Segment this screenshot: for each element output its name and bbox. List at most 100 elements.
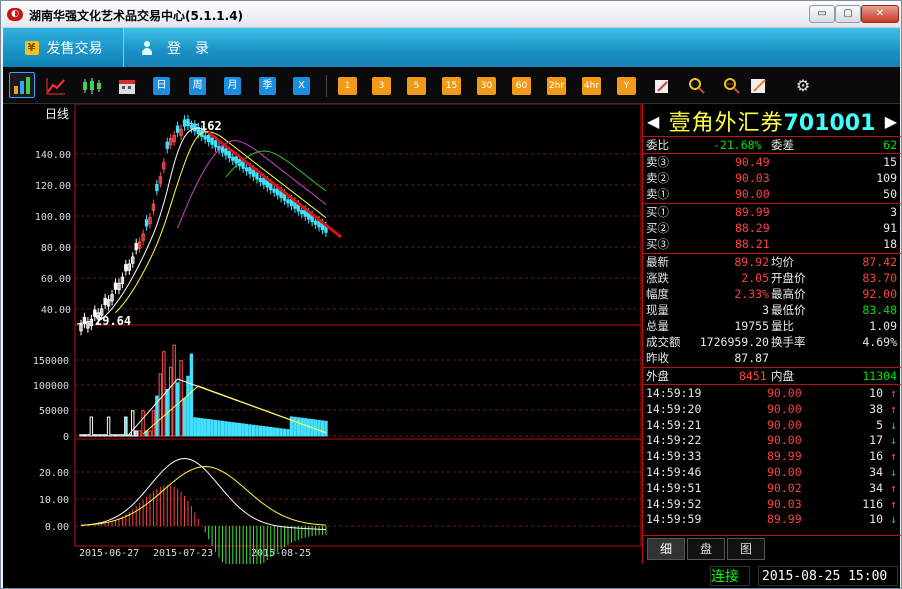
volume-bar xyxy=(244,423,249,437)
stock-code: 701001 xyxy=(783,111,876,136)
quote-panel: ◀ 壹角外汇券701001 ▶ 委比 -21.68% 委差 62 外盘 8451… xyxy=(642,104,901,564)
volume-bar xyxy=(217,420,221,437)
close-button[interactable]: ✕ xyxy=(861,5,899,23)
arrow-up-icon: ↑ xyxy=(890,449,897,464)
price-tick: 100.00 xyxy=(35,212,71,223)
tick-volume: 16 xyxy=(869,449,883,464)
minute-30-button[interactable]: 30 xyxy=(477,77,496,95)
bar-chart-button[interactable] xyxy=(9,72,35,98)
volume-bar xyxy=(89,416,94,437)
ask-price: 90.49 xyxy=(735,155,770,169)
volume-bar xyxy=(262,426,266,437)
volume-bar xyxy=(213,419,218,437)
volume-bar xyxy=(148,430,152,437)
volume-bar xyxy=(200,418,204,437)
volume-tick: 100000 xyxy=(33,381,69,392)
tick-volume: 116 xyxy=(862,496,883,511)
quote-row: 总量 19755 量比 1.09 xyxy=(643,318,901,334)
candlestick-button[interactable] xyxy=(81,77,101,95)
settings-button[interactable]: ⚙ xyxy=(793,77,813,95)
logo-icon: ◐ xyxy=(7,8,23,21)
ask-row: 卖③ 90.49 15 xyxy=(643,154,901,170)
minimize-button[interactable]: ▭ xyxy=(809,5,835,23)
maximize-button[interactable]: ▢ xyxy=(835,5,861,23)
tick-price: 90.00 xyxy=(767,401,802,416)
volume-bar xyxy=(141,410,145,437)
minute-60-button[interactable]: 60 xyxy=(512,77,531,95)
stock-header: ◀ 壹角外汇券701001 ▶ xyxy=(643,106,901,136)
next-stock-icon[interactable]: ▶ xyxy=(885,112,897,131)
tick-price: 90.00 xyxy=(767,465,802,479)
candle xyxy=(155,183,159,192)
volume-bar xyxy=(124,416,128,437)
candle xyxy=(103,297,107,306)
prev-stock-icon[interactable]: ◀ xyxy=(647,112,659,131)
period-day-button[interactable]: 日 xyxy=(153,77,170,95)
ma5-line xyxy=(97,127,327,322)
title-bar[interactable]: ◐ 湖南华强文化艺术品交易中心(5.1.1.4) ▭ ▢ ✕ xyxy=(1,1,901,28)
quote-row: 最新 89.92 均价 87.42 xyxy=(643,254,901,270)
tab-detail[interactable]: 细 xyxy=(647,538,685,560)
tab-login[interactable]: 登 录 xyxy=(141,28,231,67)
period-season-button[interactable]: 季 xyxy=(259,77,276,95)
hour-2-button[interactable]: 2hr xyxy=(547,77,566,95)
kline-chart[interactable]: 日线 140.00 120.00 100.00 80.00 60.00 40.00 15000… xyxy=(3,103,642,574)
arrow-up-icon: ↑ xyxy=(890,496,897,511)
volume-bar xyxy=(300,417,304,437)
volume-bar xyxy=(303,418,307,437)
volume-bar xyxy=(131,410,135,437)
period-x-button[interactable]: X xyxy=(293,77,310,95)
yen-icon: ¥ xyxy=(24,40,39,55)
period-week-button[interactable]: 周 xyxy=(189,77,206,95)
tab-sell-trade[interactable]: ¥ 发售交易 xyxy=(4,28,124,67)
outer-inner-row: 外盘 8451 内盘 11304 xyxy=(643,368,901,384)
period-month-button[interactable]: 月 xyxy=(224,77,241,95)
minute-1-button[interactable]: 1 xyxy=(338,77,357,95)
tick-time: 14:59:33 xyxy=(646,449,702,464)
tick-volume: 17 xyxy=(869,433,883,448)
quote-label-2: 量比 xyxy=(771,319,794,333)
draw-tool-button[interactable] xyxy=(652,77,672,95)
minute-5-button[interactable]: 5 xyxy=(407,77,426,95)
volume-bar xyxy=(282,428,287,437)
bid-row: 买③ 88.21 18 xyxy=(643,236,901,252)
minute-15-button[interactable]: 15 xyxy=(442,77,461,95)
quote-label: 最新 xyxy=(646,255,669,269)
tab-login-label: 登 录 xyxy=(167,40,209,57)
hour-4-button[interactable]: 4hr xyxy=(582,77,601,95)
bid-row: 买① 89.99 3 xyxy=(643,204,901,220)
volume-bar xyxy=(86,434,90,437)
macd-tick: 0.00 xyxy=(45,522,69,533)
volume-bar xyxy=(251,424,256,437)
quote-label: 现量 xyxy=(646,303,669,317)
connection-status[interactable]: 连接 xyxy=(710,566,750,586)
line-chart-button[interactable] xyxy=(46,77,66,95)
edit-button[interactable] xyxy=(749,77,769,95)
zoom-out-icon xyxy=(724,78,740,94)
ask-label: 卖③ xyxy=(646,155,669,169)
quote-label: 昨收 xyxy=(646,351,669,365)
tick-row: 14:59:19 90.00 10 ↑ xyxy=(643,385,901,401)
bid-volume: 3 xyxy=(890,205,897,219)
tick-time: 14:59:46 xyxy=(646,465,702,479)
volume-bar xyxy=(224,421,228,437)
edit-icon xyxy=(751,79,766,93)
bid-row: 买② 88.29 91 xyxy=(643,220,901,236)
volume-bar xyxy=(186,375,190,437)
candle xyxy=(182,119,187,127)
arrow-down-icon: ↓ xyxy=(890,433,897,448)
zoom-in-icon xyxy=(689,78,705,94)
zoom-out-button[interactable] xyxy=(722,77,742,95)
candle xyxy=(203,135,207,140)
year-button[interactable]: Y xyxy=(617,77,636,95)
tab-order-book[interactable]: 盘 xyxy=(687,538,725,560)
tick-time: 14:59:22 xyxy=(646,433,702,448)
tick-time: 14:59:52 xyxy=(646,496,702,511)
zoom-in-button[interactable] xyxy=(687,77,707,95)
tab-chart[interactable]: 图 xyxy=(727,538,765,560)
volume-bar xyxy=(127,434,131,437)
quote-label-2: 开盘价 xyxy=(771,271,806,285)
candle xyxy=(248,166,252,175)
minute-3-button[interactable]: 3 xyxy=(372,77,391,95)
calendar-button[interactable] xyxy=(117,77,137,95)
